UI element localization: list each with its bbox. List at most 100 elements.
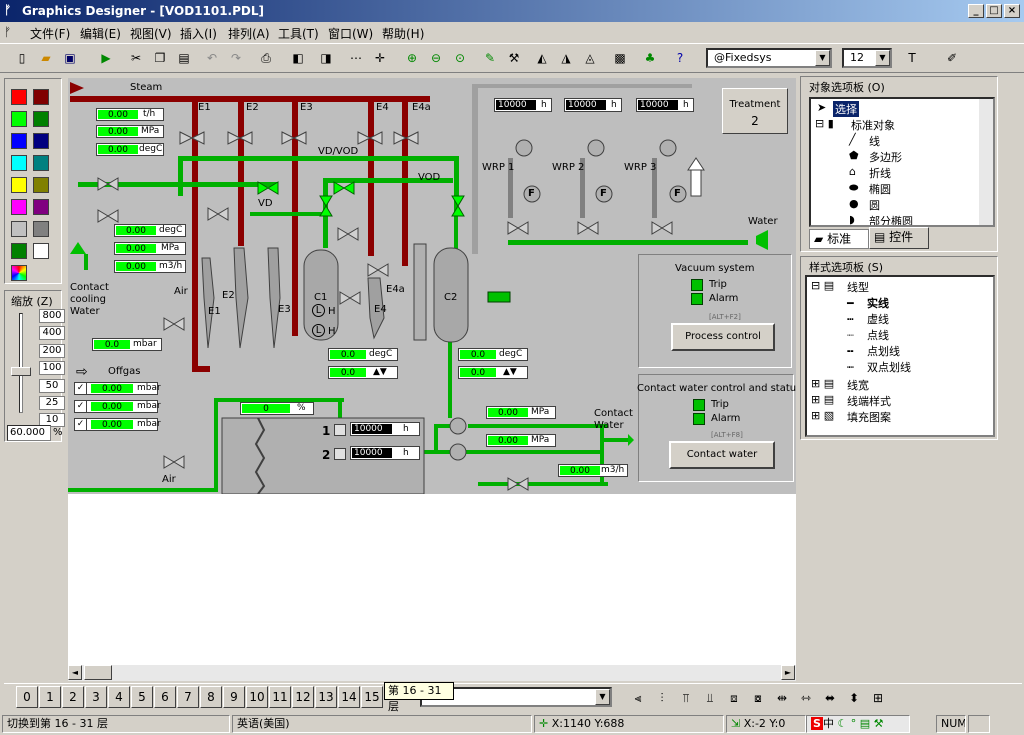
menu-view[interactable]: 视图(V) bbox=[130, 25, 172, 42]
style-dash-dot[interactable]: 点划线 bbox=[867, 343, 900, 359]
color-silver[interactable] bbox=[11, 221, 27, 237]
process-control-button[interactable]: Process control bbox=[671, 323, 775, 351]
color-olive[interactable] bbox=[33, 177, 49, 193]
style-line-type[interactable]: 线型 bbox=[847, 279, 869, 295]
align-bottom-icon[interactable]: ⫫ bbox=[700, 688, 720, 708]
layer-8[interactable]: 8 bbox=[200, 686, 222, 708]
layer-2[interactable]: 2 bbox=[62, 686, 84, 708]
tank-pump1-check[interactable] bbox=[334, 424, 346, 436]
color-custom-icon[interactable] bbox=[11, 265, 27, 281]
style-dashed[interactable]: 虚线 bbox=[867, 311, 889, 327]
center-v-icon[interactable]: ⊞ bbox=[868, 688, 888, 708]
center-h-icon[interactable]: ⬍ bbox=[844, 688, 864, 708]
rotate-icon[interactable]: ◬ bbox=[580, 48, 600, 68]
close-button[interactable]: × bbox=[1004, 4, 1020, 18]
copy-icon[interactable]: ❐ bbox=[150, 48, 170, 68]
tree-circle[interactable]: 圆 bbox=[869, 197, 880, 213]
layer-11[interactable]: 11 bbox=[269, 686, 291, 708]
font-name-arrow[interactable]: ▼ bbox=[815, 50, 830, 66]
new-icon[interactable]: ▯ bbox=[12, 48, 32, 68]
tool-icon[interactable]: ⚒ bbox=[504, 48, 524, 68]
layer-12[interactable]: 12 bbox=[292, 686, 314, 708]
menu-file[interactable]: 文件(F) bbox=[30, 25, 70, 42]
grid-icon[interactable]: ⋯ bbox=[346, 48, 366, 68]
mirror-h-icon[interactable]: ◮ bbox=[556, 48, 576, 68]
tree-polygon[interactable]: 多边形 bbox=[869, 149, 902, 165]
contact-water-control-button[interactable]: Contact water control bbox=[669, 441, 775, 469]
back-icon[interactable]: ◨ bbox=[316, 48, 336, 68]
menu-insert[interactable]: 插入(I) bbox=[180, 25, 217, 42]
zoom-25[interactable]: 25 bbox=[39, 396, 65, 410]
layer-10[interactable]: 10 bbox=[246, 686, 268, 708]
distribute-v-icon[interactable]: ⧇ bbox=[748, 688, 768, 708]
color-purple[interactable] bbox=[33, 199, 49, 215]
tree-standard-objects[interactable]: 标准对象 bbox=[851, 117, 895, 133]
layer-7[interactable]: 7 bbox=[177, 686, 199, 708]
tank-pump2-check[interactable] bbox=[334, 448, 346, 460]
style-expander-fill[interactable]: ⊞ ▧ bbox=[811, 409, 834, 422]
color-magenta[interactable] bbox=[11, 199, 27, 215]
zoom-fit-icon[interactable]: ⊙ bbox=[450, 48, 470, 68]
color-lime[interactable] bbox=[11, 111, 27, 127]
paste-icon[interactable]: ▤ bbox=[174, 48, 194, 68]
ime-bar[interactable]: SS中中 ☾ ° ▤ ⚒ bbox=[806, 715, 910, 733]
undo-icon[interactable]: ↶ bbox=[202, 48, 222, 68]
tree-ellipse[interactable]: 椭圆 bbox=[869, 181, 891, 197]
doc-icon[interactable]: ᚠ bbox=[4, 25, 11, 39]
color-green2[interactable] bbox=[11, 243, 27, 259]
props-icon[interactable]: ▩ bbox=[610, 48, 630, 68]
layer-13[interactable]: 13 bbox=[315, 686, 337, 708]
font-size-combo[interactable]: 12 ▼ bbox=[842, 48, 892, 68]
align-top-icon[interactable]: ⫪ bbox=[676, 688, 696, 708]
zoom-50[interactable]: 50 bbox=[39, 379, 65, 393]
font-name-combo[interactable]: @Fixedsys ▼ bbox=[706, 48, 832, 68]
tree-polyline[interactable]: 折线 bbox=[869, 165, 891, 181]
redo-icon[interactable]: ↷ bbox=[226, 48, 246, 68]
style-fill-pattern[interactable]: 填充图案 bbox=[847, 409, 891, 425]
text-color-icon[interactable]: T bbox=[902, 48, 922, 68]
tree-select[interactable]: 选择 bbox=[833, 101, 859, 117]
mirror-v-icon[interactable]: ◭ bbox=[532, 48, 552, 68]
zoom-400[interactable]: 400 bbox=[39, 326, 65, 340]
line-color-icon[interactable]: ✐ bbox=[942, 48, 962, 68]
zoom-out-icon[interactable]: ⊖ bbox=[426, 48, 446, 68]
style-expander-linetype[interactable]: ⊟ ▤ bbox=[811, 279, 834, 292]
menu-edit[interactable]: 编辑(E) bbox=[80, 25, 121, 42]
save-icon[interactable]: ▣ bbox=[60, 48, 80, 68]
object-tree-scrollbar[interactable] bbox=[979, 99, 993, 225]
layer-15[interactable]: 15 bbox=[361, 686, 383, 708]
color-pick-icon[interactable]: ✎ bbox=[480, 48, 500, 68]
same-height-icon[interactable]: ⇿ bbox=[796, 688, 816, 708]
maximize-button[interactable]: □ bbox=[986, 4, 1002, 18]
print-icon[interactable]: ⎙ bbox=[256, 48, 276, 68]
layer-4[interactable]: 4 bbox=[108, 686, 130, 708]
style-dash-dot-dot[interactable]: 双点划线 bbox=[867, 359, 911, 375]
zoom-in-icon[interactable]: ⊕ bbox=[402, 48, 422, 68]
layer-6[interactable]: 6 bbox=[154, 686, 176, 708]
menu-arrange[interactable]: 排列(A) bbox=[228, 25, 270, 42]
cut-icon[interactable]: ✂ bbox=[126, 48, 146, 68]
tab-controls[interactable]: ▤ 控件 bbox=[869, 227, 929, 249]
layer-3[interactable]: 3 bbox=[85, 686, 107, 708]
color-yellow[interactable] bbox=[11, 177, 27, 193]
same-width-icon[interactable]: ⇹ bbox=[772, 688, 792, 708]
menu-window[interactable]: 窗口(W) bbox=[328, 25, 373, 42]
style-solid[interactable]: 实线 bbox=[867, 295, 889, 311]
zoom-value-input[interactable]: 60.000 bbox=[7, 425, 51, 441]
treatment-box[interactable]: Treatment 2 bbox=[722, 88, 788, 134]
zoom-200[interactable]: 200 bbox=[39, 344, 65, 358]
snap-icon[interactable]: ✛ bbox=[370, 48, 390, 68]
color-blue[interactable] bbox=[11, 133, 27, 149]
help-icon[interactable]: ? bbox=[670, 48, 690, 68]
same-size-icon[interactable]: ⬌ bbox=[820, 688, 840, 708]
color-cyan[interactable] bbox=[11, 155, 27, 171]
offgas-check-3[interactable]: ✓ bbox=[74, 418, 87, 431]
distribute-h-icon[interactable]: ⧈ bbox=[724, 688, 744, 708]
style-line-width[interactable]: 线宽 bbox=[847, 377, 869, 393]
style-dotted[interactable]: 点线 bbox=[867, 327, 889, 343]
menu-help[interactable]: 帮助(H) bbox=[382, 25, 424, 42]
scroll-right-button[interactable]: ► bbox=[781, 665, 795, 680]
run-icon[interactable]: ▶ bbox=[96, 48, 116, 68]
color-gray[interactable] bbox=[33, 221, 49, 237]
zoom-100[interactable]: 100 bbox=[39, 361, 65, 375]
